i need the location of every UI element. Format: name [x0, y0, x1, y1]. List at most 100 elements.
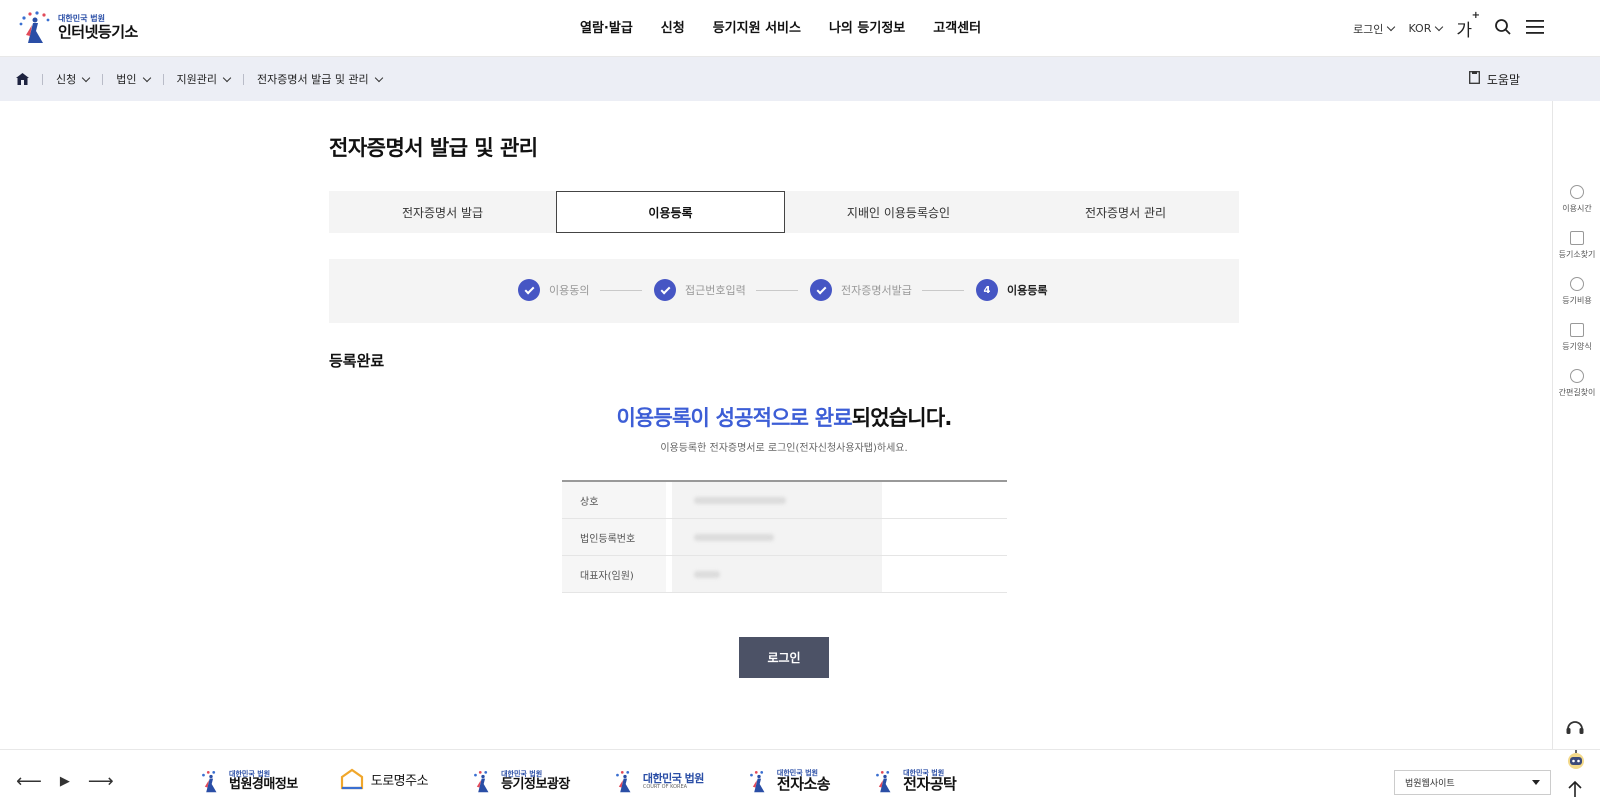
breadcrumb-label: 지원관리 [176, 73, 217, 86]
next-arrow-icon[interactable]: ⟶ [88, 771, 114, 792]
language-label: KOR [1408, 22, 1432, 35]
completion-message-highlight: 이용등록이 성공적으로 완료 [616, 406, 852, 430]
completion-message-rest: 되었습니다. [851, 406, 953, 430]
chevron-down-icon [142, 73, 151, 82]
nav-view-issue[interactable]: 열람·발급 [580, 17, 633, 36]
utility-menu: 로그인 KOR 가 + [1353, 0, 1544, 57]
caret-down-icon [1532, 780, 1540, 785]
font-size-button[interactable]: 가 + [1456, 10, 1480, 41]
headset-icon[interactable] [1564, 716, 1594, 742]
banner-controls: ⟵ ▶ ⟶ [16, 771, 114, 792]
step-label: 이용등록 [1007, 284, 1048, 297]
breadcrumb-label: 전자증명서 발급 및 관리 [256, 73, 369, 86]
quick-label: 등기소찾기 [1558, 250, 1596, 259]
house-icon [340, 768, 366, 796]
breadcrumb-corporation[interactable]: 법인 [116, 71, 151, 87]
court-emblem-icon [746, 768, 772, 796]
chevron-down-icon [222, 73, 232, 82]
quick-label: 이용시간 [1562, 204, 1592, 213]
breadcrumb-divider [242, 73, 244, 85]
breadcrumb-divider [162, 73, 164, 85]
table-row: 대표자(임원) [562, 556, 1007, 593]
search-icon[interactable] [1494, 18, 1512, 40]
banner-auction[interactable]: 대한민국 법원 법원경매정보 [198, 768, 298, 796]
banner-road-address[interactable]: 도로명주소 [340, 768, 429, 796]
breadcrumb-support-management[interactable]: 지원관리 [176, 71, 232, 87]
row-label-corp-number: 법인등록번호 [562, 519, 666, 555]
breadcrumb-bar: 신청 법인 지원관리 전자증명서 발급 및 관리 도움말 [0, 57, 1600, 101]
login-button[interactable]: 로그인 [739, 637, 829, 678]
quick-directions[interactable]: 간편길찾이 [1553, 369, 1600, 398]
breadcrumb-divider [42, 73, 43, 85]
step-registration: 4 이용등록 [976, 279, 1047, 301]
plus-icon: + [1471, 10, 1480, 21]
banner-subtitle: COURT OF KOREA [642, 783, 688, 790]
floating-buttons [1564, 716, 1594, 802]
court-site-select[interactable]: 법원웹사이트 [1394, 770, 1551, 795]
row-label-company: 상호 [562, 482, 666, 518]
help-document-icon [1468, 71, 1480, 87]
compass-icon [1570, 369, 1584, 383]
banner-title: 대한민국 법원 [642, 772, 705, 786]
completion-message: 이용등록이 성공적으로 완료되었습니다. [0, 402, 1568, 432]
quick-forms[interactable]: 등기양식 [1553, 323, 1600, 352]
banner-title: 전자소송 [776, 775, 831, 794]
banner-e-litigation[interactable]: 대한민국 법원 전자소송 [746, 768, 831, 796]
breadcrumb-apply[interactable]: 신청 [56, 71, 91, 87]
row-value-corp-number [666, 519, 1007, 555]
font-size-label: 가 [1456, 21, 1472, 41]
login-label: 로그인 [1353, 22, 1384, 36]
nav-my-registry[interactable]: 나의 등기정보 [829, 17, 905, 36]
quick-fees[interactable]: 등기비용 [1553, 277, 1600, 306]
breadcrumb-label: 법인 [116, 73, 137, 86]
table-row: 상호 [562, 482, 1007, 519]
court-emblem-icon [470, 768, 496, 796]
row-value-company [666, 482, 1007, 518]
step-issue: 전자증명서발급 [810, 279, 912, 301]
banner-title: 전자공탁 [903, 775, 957, 794]
nav-apply[interactable]: 신청 [661, 17, 685, 36]
clock-icon [1570, 185, 1584, 199]
map-icon [1570, 231, 1584, 245]
breadcrumb-label: 신청 [56, 73, 77, 86]
chevron-down-icon [1387, 22, 1396, 32]
scroll-top-arrow-icon[interactable] [1564, 780, 1594, 802]
menu-icon[interactable] [1526, 19, 1544, 39]
language-dropdown[interactable]: KOR [1408, 22, 1444, 35]
completion-sub-message: 이용등록한 전자증명서로 로그인(전자신청사용자탭)하세요. [660, 443, 908, 454]
quick-label: 간편길찾이 [1558, 388, 1596, 397]
court-emblem-icon [612, 768, 638, 796]
home-icon[interactable] [16, 70, 29, 89]
help-label: 도움말 [1486, 72, 1520, 87]
tab-manager-approval[interactable]: 지배인 이용등록승인 [785, 191, 1012, 233]
step-done-check-icon [518, 279, 540, 301]
tab-issue-certificate[interactable]: 전자증명서 발급 [329, 191, 556, 233]
quick-hours[interactable]: 이용시간 [1553, 185, 1600, 214]
main-nav: 열람·발급 신청 등기지원 서비스 나의 등기정보 고객센터 [580, 0, 981, 52]
site-logo[interactable]: 대한민국 법원 인터넷등기소 [16, 8, 146, 48]
banner-e-deposit[interactable]: 대한민국 법원 전자공탁 [872, 768, 957, 796]
step-done-check-icon [810, 279, 832, 301]
row-value-representative [666, 556, 1007, 592]
step-connector [600, 290, 642, 291]
registration-info-table: 상호 법인등록번호 대표자(임원) [562, 480, 1007, 593]
help-button[interactable]: 도움말 [1468, 57, 1520, 101]
banner-registry-plaza[interactable]: 대한민국 법원 등기정보광장 [470, 768, 570, 796]
quick-find-office[interactable]: 등기소찾기 [1553, 231, 1600, 260]
tab-manage-certificate[interactable]: 전자증명서 관리 [1012, 191, 1239, 233]
banner-court-of-korea[interactable]: 대한민국 법원 COURT OF KOREA [612, 768, 704, 796]
login-dropdown[interactable]: 로그인 [1353, 21, 1396, 37]
breadcrumb-e-certificate[interactable]: 전자증명서 발급 및 관리 [256, 71, 383, 87]
play-icon[interactable]: ▶ [60, 774, 70, 789]
header: 대한민국 법원 인터넷등기소 열람·발급 신청 등기지원 서비스 나의 등기정보… [0, 0, 1600, 57]
nav-support-service[interactable]: 등기지원 서비스 [713, 17, 801, 36]
related-sites: 대한민국 법원 법원경매정보 도로명주소 대한민국 법원 등기정보광장 대한민국 법… [198, 750, 957, 812]
breadcrumb-divider [102, 73, 104, 85]
chatbot-icon[interactable] [1564, 748, 1594, 776]
banner-title: 도로명주소 [370, 773, 429, 789]
tab-registration[interactable]: 이용등록 [556, 191, 785, 233]
redacted-value [672, 519, 882, 555]
nav-customer-center[interactable]: 고객센터 [933, 17, 981, 36]
step-agreement: 이용동의 [518, 279, 589, 301]
prev-arrow-icon[interactable]: ⟵ [16, 771, 42, 792]
